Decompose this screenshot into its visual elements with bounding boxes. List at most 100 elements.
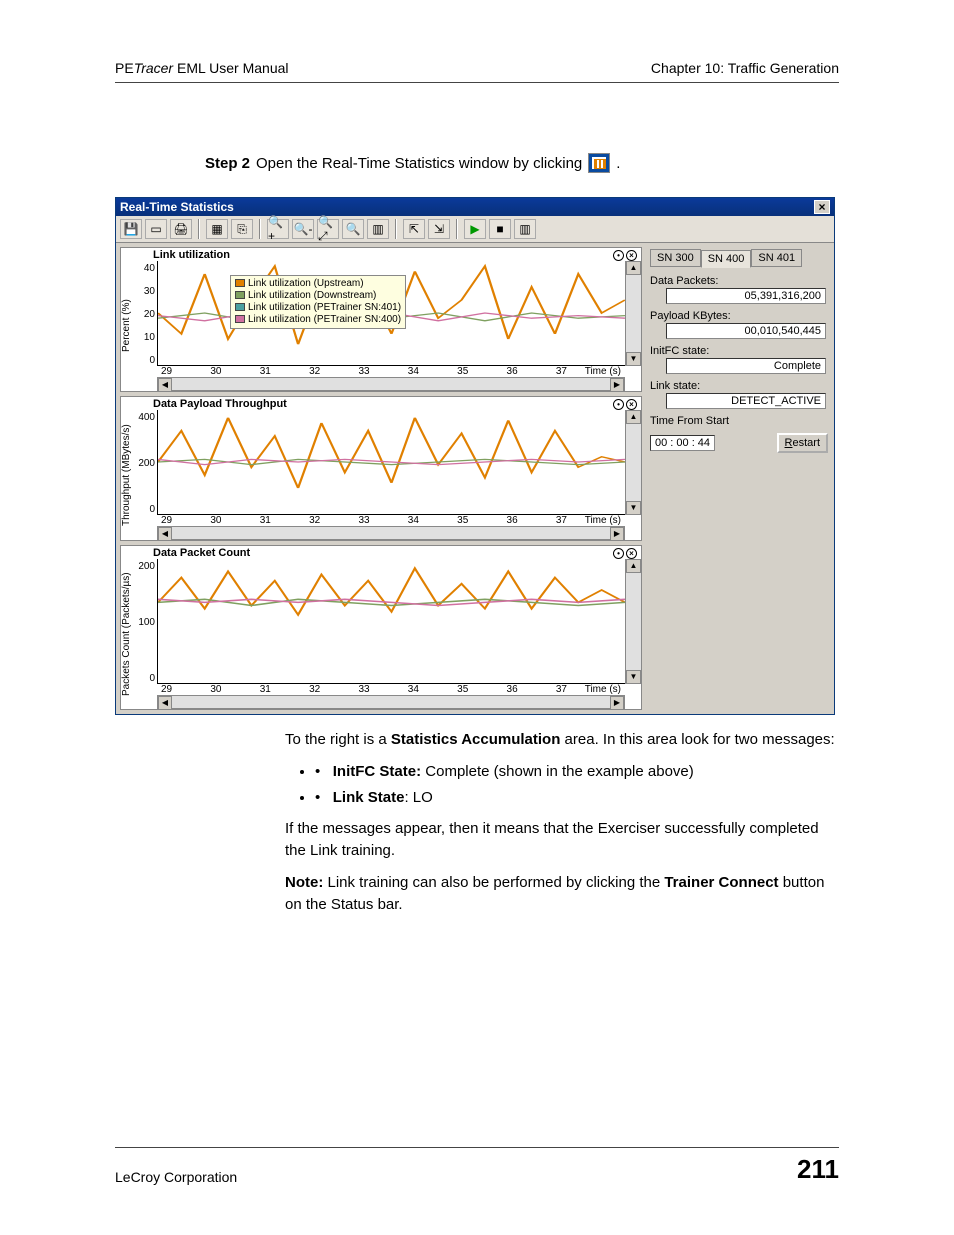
body-p2: If the messages appear, then it means th… [285, 818, 839, 862]
chart-x-icon[interactable]: × [626, 250, 637, 261]
chart-title: Link utilization [153, 249, 230, 261]
layout-icon[interactable]: ▥ [367, 219, 389, 239]
xticks: 29 30 31 32 33 34 35 36 37 [135, 684, 573, 695]
scroll-up-icon[interactable]: ▲ [626, 410, 641, 424]
window-icon[interactable]: ▭ [145, 219, 167, 239]
li2-bold: Link State [333, 789, 405, 806]
horizontal-scrollbar[interactable]: ◀ ▶ [157, 526, 625, 540]
xtick: 34 [408, 684, 419, 695]
swatch-icon [235, 303, 245, 311]
zoom-in-icon[interactable]: 🔍+ [267, 219, 289, 239]
vertical-scrollbar[interactable]: ▲ ▼ [625, 410, 641, 515]
ytick: 200 [138, 458, 155, 469]
xtick: 36 [507, 684, 518, 695]
panel-icon[interactable]: ▥ [514, 219, 536, 239]
separator [456, 219, 458, 239]
time-from-start-label: Time From Start [650, 415, 828, 427]
yticks: 40 30 20 10 0 [135, 261, 157, 366]
xtick: 36 [507, 515, 518, 526]
tab-sn-300[interactable]: SN 300 [650, 249, 701, 267]
stop-icon[interactable]: ■ [489, 219, 511, 239]
chart-dot-icon[interactable]: • [613, 250, 624, 261]
xtick: 30 [210, 366, 221, 377]
ytick: 100 [138, 617, 155, 628]
scroll-up-icon[interactable]: ▲ [626, 559, 641, 573]
grid-icon[interactable]: ▦ [206, 219, 228, 239]
xtick: 37 [556, 684, 567, 695]
li1-text: Complete (shown in the example above) [421, 763, 694, 780]
chart-title: Data Payload Throughput [153, 398, 287, 410]
horizontal-scrollbar[interactable]: ◀ ▶ [157, 695, 625, 709]
scroll-right-icon[interactable]: ▶ [610, 696, 624, 710]
vertical-scrollbar[interactable]: ▲ ▼ [625, 261, 641, 366]
chart-x-icon[interactable]: × [626, 548, 637, 559]
chart-yaxis: Packets Count (Packets/µs) [121, 559, 135, 709]
header-italic: Tracer [134, 60, 173, 76]
separator [259, 219, 261, 239]
link-state-value: DETECT_ACTIVE [666, 393, 826, 409]
xtick: 37 [556, 515, 567, 526]
zoom-fit-icon[interactable]: 🔍⤢ [317, 219, 339, 239]
step-label: Step 2 [205, 155, 250, 172]
copy-icon[interactable]: ⎘ [231, 219, 253, 239]
zoom-out-icon[interactable]: 🔍- [292, 219, 314, 239]
sn-tabstrip: SN 300 SN 400 SN 401 [650, 249, 828, 267]
scroll-up-icon[interactable]: ▲ [626, 261, 641, 275]
ytick: 40 [144, 263, 155, 274]
xticks: 29 30 31 32 33 34 35 36 37 [135, 366, 573, 377]
ytick: 0 [149, 673, 155, 684]
body-p1c: area. In this area look for two messages… [560, 731, 834, 748]
scroll-left-icon[interactable]: ◀ [158, 378, 172, 392]
chart-dot-icon[interactable]: • [613, 399, 624, 410]
scroll-right-icon[interactable]: ▶ [610, 527, 624, 541]
charts-column: Link utilization • × Percent (%) 40 30 [120, 247, 642, 710]
step-trail: . [616, 155, 620, 172]
xtick: 31 [260, 515, 271, 526]
body-p1a: To the right is a [285, 731, 391, 748]
vertical-scrollbar[interactable]: ▲ ▼ [625, 559, 641, 684]
legend-label: Link utilization (Downstream) [248, 290, 376, 301]
xtick: 35 [457, 515, 468, 526]
import-icon[interactable]: ⇲ [428, 219, 450, 239]
restart-button[interactable]: Restart [777, 433, 828, 453]
xtick: 29 [161, 366, 172, 377]
separator [198, 219, 200, 239]
tab-sn-400[interactable]: SN 400 [701, 250, 752, 268]
chart-title: Data Packet Count [153, 547, 250, 559]
ytick: 200 [138, 561, 155, 572]
scroll-left-icon[interactable]: ◀ [158, 527, 172, 541]
scroll-down-icon[interactable]: ▼ [626, 670, 641, 684]
note-text-1: Link training can also be performed by c… [323, 874, 664, 891]
scroll-right-icon[interactable]: ▶ [610, 378, 624, 392]
export-icon[interactable]: ⇱ [403, 219, 425, 239]
legend-label: Link utilization (Upstream) [248, 278, 364, 289]
scroll-down-icon[interactable]: ▼ [626, 352, 641, 366]
xtick: 32 [309, 515, 320, 526]
initfc-state-label: InitFC state: [650, 345, 828, 357]
horizontal-scrollbar[interactable]: ◀ ▶ [157, 377, 625, 391]
tab-sn-401[interactable]: SN 401 [751, 249, 802, 267]
xaxis-label: Time (s) [573, 515, 625, 526]
swatch-icon [235, 291, 245, 299]
scroll-left-icon[interactable]: ◀ [158, 696, 172, 710]
realtime-stats-window: Real-Time Statistics × 💾 ▭ 🖨 ▦ ⎘ 🔍+ 🔍- 🔍… [115, 197, 835, 715]
play-icon[interactable]: ▶ [464, 219, 486, 239]
data-packets-label: Data Packets: [650, 275, 828, 287]
xticks: 29 30 31 32 33 34 35 36 37 [135, 515, 573, 526]
header-right: Chapter 10: Traffic Generation [651, 60, 839, 76]
li1-bold: InitFC State: [333, 763, 421, 780]
separator [395, 219, 397, 239]
chart-x-icon[interactable]: × [626, 399, 637, 410]
titlebar[interactable]: Real-Time Statistics × [116, 198, 834, 216]
xtick: 35 [457, 366, 468, 377]
print-icon[interactable]: 🖨 [170, 219, 192, 239]
ytick: 400 [138, 412, 155, 423]
scroll-down-icon[interactable]: ▼ [626, 501, 641, 515]
save-icon[interactable]: 💾 [120, 219, 142, 239]
xtick: 30 [210, 515, 221, 526]
zoom-icon[interactable]: 🔍 [342, 219, 364, 239]
window-title: Real-Time Statistics [120, 200, 234, 214]
page-number: 211 [797, 1154, 839, 1185]
close-button[interactable]: × [814, 200, 830, 214]
chart-dot-icon[interactable]: • [613, 548, 624, 559]
